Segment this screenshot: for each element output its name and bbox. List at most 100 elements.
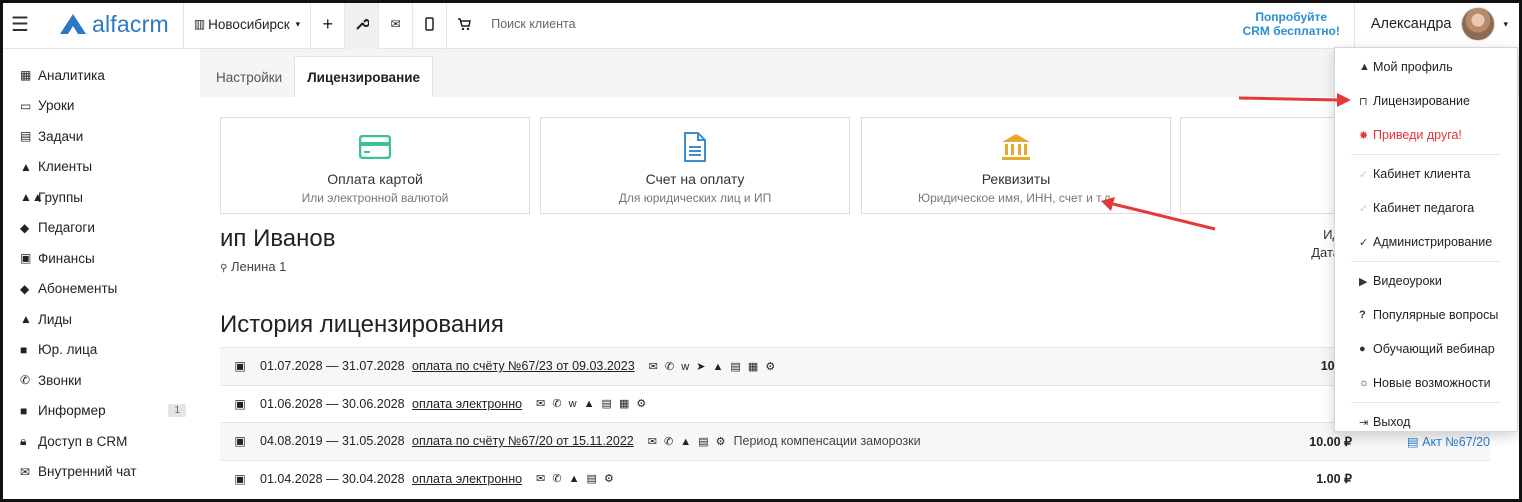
sidebar-item-crm-access[interactable]: 🔒︎ Доступ в CRM — [0, 426, 200, 457]
menu-item-refer-friend[interactable]: ✸ Приведи друга! — [1335, 118, 1517, 152]
menu-item-licensing[interactable]: ⊓ Лицензирование — [1335, 84, 1517, 118]
wrench-icon[interactable] — [345, 0, 380, 49]
menu-item-label: Мой профиль — [1373, 60, 1453, 74]
sidebar-item-internal-chat[interactable]: ✉ Внутренний чат — [0, 457, 200, 488]
branch-selector[interactable]: ▥ Новосибирск ▾ — [184, 0, 312, 49]
sidebar-item-label: Звонки — [38, 372, 82, 388]
user-menu-toggle[interactable]: Александра ▾ — [1355, 0, 1522, 49]
menu-item-administration[interactable]: ✓ Администрирование — [1335, 225, 1517, 259]
cart-icon[interactable] — [447, 0, 481, 49]
search-input[interactable]: Поиск клиента — [481, 0, 575, 49]
payment-link[interactable]: оплата по счёту №67/23 от 09.03.2023 — [412, 359, 635, 373]
sidebar-item-label: Абонементы — [38, 281, 118, 297]
mobile-icon[interactable] — [413, 0, 448, 49]
map-marker-icon: ⚲ — [220, 263, 228, 274]
top-bar: ☰ alfacrm ▥ Новосибирск ▾ + ✉ Поиск клие… — [0, 0, 1522, 49]
requisites-card[interactable]: Реквизиты Юридическое имя, ИНН, счет и т… — [861, 117, 1171, 214]
payment-link[interactable]: оплата электронно — [412, 472, 522, 486]
card-subtitle: Для юридических лиц и ИП — [618, 191, 772, 205]
question-icon: ? — [1359, 309, 1366, 321]
briefcase-icon: ■ — [20, 342, 28, 357]
money-icon: ▣ — [234, 359, 246, 374]
menu-item-label: Администрирование — [1373, 235, 1493, 249]
menu-item-label: Видеоуроки — [1373, 274, 1442, 288]
try-line1: Попробуйте — [1255, 10, 1328, 24]
row-note: Период компенсации заморозки — [733, 434, 921, 449]
invoice-card[interactable]: Счет на оплату Для юридических лиц и ИП — [540, 117, 850, 214]
sidebar-item-calls[interactable]: ✆ Звонки — [0, 365, 200, 396]
caret-down-icon: ▾ — [1503, 18, 1508, 29]
payment-link[interactable]: оплата электронно — [412, 397, 522, 411]
payment-link[interactable]: оплата по счёту №67/20 от 15.11.2022 — [412, 434, 634, 448]
tab-settings[interactable]: Настройки — [204, 57, 294, 97]
sidebar-item-informer[interactable]: ■ Информер 1 — [0, 396, 200, 427]
sidebar-item-teachers[interactable]: ◆ Педагоги — [0, 213, 200, 244]
try-free-link[interactable]: Попробуйте CRM бесплатно! — [1243, 0, 1355, 49]
logo[interactable]: alfacrm — [40, 0, 184, 49]
service-icons: ✉ ✆ ᴡ ▲ ▤ ▦ ⚙ — [536, 398, 649, 411]
tab-licensing[interactable]: Лицензирование — [294, 56, 434, 97]
service-icons: ✉ ✆ ▲ ▤ ⚙ — [536, 473, 616, 486]
sidebar-item-label: Информер — [38, 403, 106, 419]
sidebar-item-tasks[interactable]: ▤ Задачи — [0, 121, 200, 152]
card-subtitle: Юридическое имя, ИНН, счет и т.д. — [917, 191, 1115, 205]
envelope-icon[interactable]: ✉ — [379, 0, 414, 49]
sidebar-item-subscriptions[interactable]: ◆ Абонементы — [0, 274, 200, 305]
period: 01.04.2028 — 30.04.2028 — [260, 471, 405, 486]
history-title: История лицензирования — [220, 311, 504, 338]
company-name: ип Иванов — [220, 225, 336, 252]
menu-item-client-cabinet[interactable]: ✓ Кабинет клиента — [1335, 157, 1517, 191]
menu-item-label: Кабинет клиента — [1373, 167, 1471, 181]
add-button[interactable]: + — [311, 0, 346, 49]
period: 01.06.2028 — 30.06.2028 — [260, 396, 405, 411]
informer-count-badge: 1 — [168, 404, 186, 418]
user-dropdown-menu: ▲ Мой профиль ⊓ Лицензирование ✸ Приведи др… — [1334, 47, 1518, 432]
company-address: ⚲ Ленина 1 — [220, 259, 286, 274]
table-row: ▣ 01.07.2028 — 31.07.2028 оплата по счёт… — [220, 347, 1490, 385]
sidebar-item-lessons[interactable]: ▭ Уроки — [0, 91, 200, 122]
pay-by-card-card[interactable]: Оплата картой Или электронной валютой — [220, 117, 530, 214]
sidebar-item-groups[interactable]: ▲▲ Группы — [0, 182, 200, 213]
sidebar-item-analytics[interactable]: ▦ Аналитика — [0, 60, 200, 91]
menu-divider — [1351, 154, 1501, 155]
sidebar-item-clients[interactable]: ▲ Клиенты — [0, 152, 200, 183]
menu-item-new-features[interactable]: ☼ Новые возможности — [1335, 366, 1517, 400]
menu-item-profile[interactable]: ▲ Мой профиль — [1335, 50, 1517, 84]
clipboard-icon: ▤ — [20, 129, 32, 144]
amount: 1.00 ₽ — [1316, 472, 1352, 487]
sidebar-item-label: Клиенты — [38, 159, 93, 175]
menu-item-logout[interactable]: ⇥ Выход — [1335, 405, 1517, 439]
sidebar-item-label: Педагоги — [38, 220, 95, 236]
table-row: ▣ 01.06.2028 — 30.06.2028 оплата электро… — [220, 384, 1490, 423]
money-icon: ▣ — [234, 434, 246, 449]
group-icon: ▲▲ — [20, 190, 44, 205]
sidebar-item-finance[interactable]: ▣ Финансы — [0, 243, 200, 274]
alfacrm-logo-icon — [60, 14, 86, 34]
briefcase-icon: ⊓ — [1359, 95, 1368, 108]
sidebar-item-label: Внутренний чат — [38, 464, 137, 480]
map-icon: ▦ — [20, 68, 32, 83]
credit-card-icon — [221, 131, 529, 163]
menu-item-label: Новые возможности — [1373, 376, 1491, 390]
newspaper-icon: ■ — [20, 403, 28, 418]
check-icon: ✓ — [1359, 202, 1369, 215]
sidebar-item-leads[interactable]: ▲ Лиды — [0, 304, 200, 335]
menu-item-webinar[interactable]: ● Обучающий вебинар — [1335, 332, 1517, 366]
menu-item-video-lessons[interactable]: ▶ Видеоуроки — [1335, 264, 1517, 298]
card-title: Реквизиты — [981, 171, 1051, 187]
calendar-icon: ▭ — [20, 98, 32, 113]
video-icon: ● — [1359, 343, 1366, 355]
caret-down-icon: ▾ — [295, 18, 301, 29]
play-icon: ▶ — [1359, 275, 1368, 288]
menu-item-faq[interactable]: ? Популярные вопросы — [1335, 298, 1517, 332]
sidebar-item-label: Доступ в CRM — [38, 433, 128, 449]
sidebar-item-label: Юр. лица — [38, 342, 98, 358]
exit-icon: ⇥ — [1359, 416, 1369, 429]
menu-item-label: Кабинет педагога — [1373, 201, 1475, 215]
menu-item-label: Выход — [1373, 415, 1411, 429]
menu-divider — [1351, 261, 1501, 262]
sidebar-item-label: Лиды — [38, 311, 72, 327]
hamburger-menu-icon[interactable]: ☰ — [0, 0, 40, 49]
sidebar-item-legal-entities[interactable]: ■ Юр. лица — [0, 335, 200, 366]
menu-item-teacher-cabinet[interactable]: ✓ Кабинет педагога — [1335, 191, 1517, 225]
